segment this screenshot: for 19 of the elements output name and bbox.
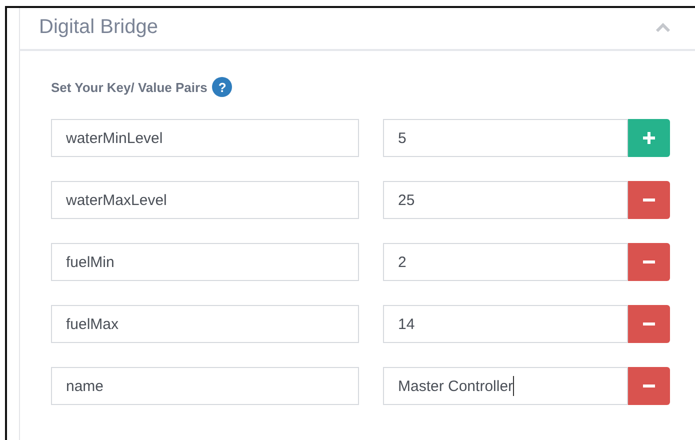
- key-field[interactable]: name: [51, 367, 359, 405]
- value-field[interactable]: 14: [383, 305, 628, 343]
- value-field[interactable]: 5: [383, 119, 628, 157]
- key-field[interactable]: waterMaxLevel: [51, 181, 359, 219]
- add-button[interactable]: [628, 119, 670, 157]
- value-field[interactable]: Master Controller: [383, 367, 628, 405]
- remove-button[interactable]: [628, 181, 670, 219]
- panel-title: Digital Bridge: [39, 16, 158, 39]
- key-field[interactable]: fuelMax: [51, 305, 359, 343]
- value-field[interactable]: 2: [383, 243, 628, 281]
- remove-button[interactable]: [628, 367, 670, 405]
- plus-icon: [643, 132, 655, 144]
- value-field[interactable]: 25: [383, 181, 628, 219]
- remove-button[interactable]: [628, 305, 670, 343]
- help-button[interactable]: ?: [212, 77, 232, 97]
- key-field[interactable]: waterMinLevel: [51, 119, 359, 157]
- section-label: Set Your Key/ Value Pairs: [51, 80, 208, 94]
- remove-button[interactable]: [628, 243, 670, 281]
- key-field[interactable]: fuelMin: [51, 243, 359, 281]
